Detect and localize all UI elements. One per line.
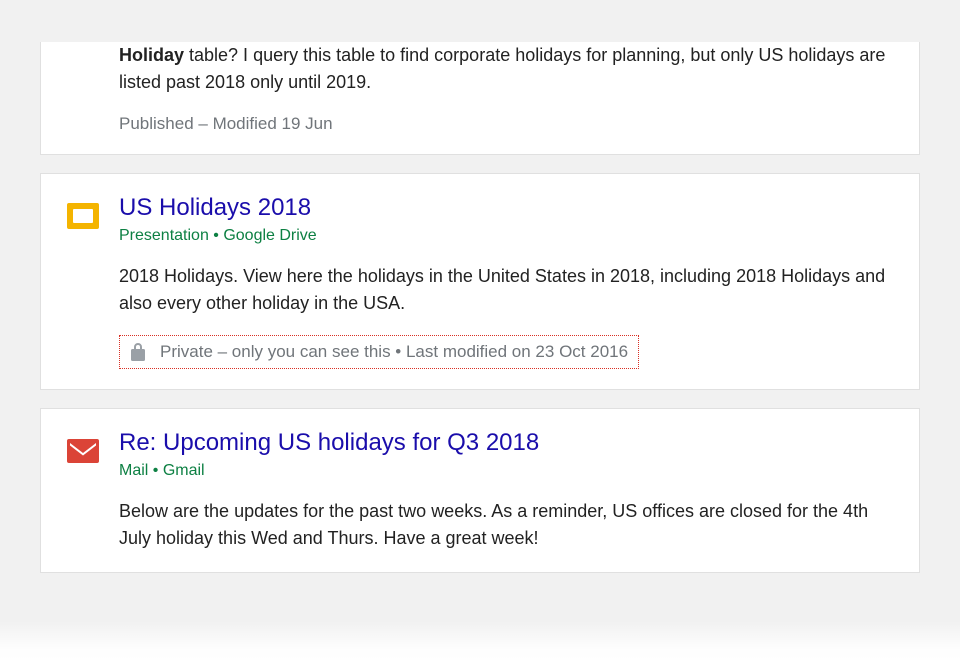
privacy-text: Private – only you can see this • Last m… xyxy=(160,342,628,362)
result-meta: Published – Modified 19 Jun xyxy=(119,114,895,134)
result-title-link[interactable]: Re: Upcoming US holidays for Q3 2018 xyxy=(119,427,539,458)
snippet-highlight: Holiday xyxy=(119,45,184,65)
result-subtitle: Presentation • Google Drive xyxy=(119,227,895,245)
lock-icon xyxy=(130,342,146,362)
result-snippet: Below are the updates for the past two w… xyxy=(119,498,895,552)
slides-icon xyxy=(65,198,101,234)
result-title-link[interactable]: US Holidays 2018 xyxy=(119,192,311,223)
privacy-indicator: Private – only you can see this • Last m… xyxy=(119,335,639,369)
search-result-card: Re: Upcoming US holidays for Q3 2018 Mai… xyxy=(40,408,920,573)
gmail-icon xyxy=(65,433,101,469)
result-snippet: 2018 Holidays. View here the holidays in… xyxy=(119,263,895,317)
search-result-card: Holiday table? I query this table to fin… xyxy=(40,42,920,155)
result-subtitle: Mail • Gmail xyxy=(119,462,895,480)
snippet-rest: table? I query this table to find corpor… xyxy=(119,45,885,92)
search-result-card: US Holidays 2018 Presentation • Google D… xyxy=(40,173,920,390)
result-snippet: Holiday table? I query this table to fin… xyxy=(119,42,895,96)
